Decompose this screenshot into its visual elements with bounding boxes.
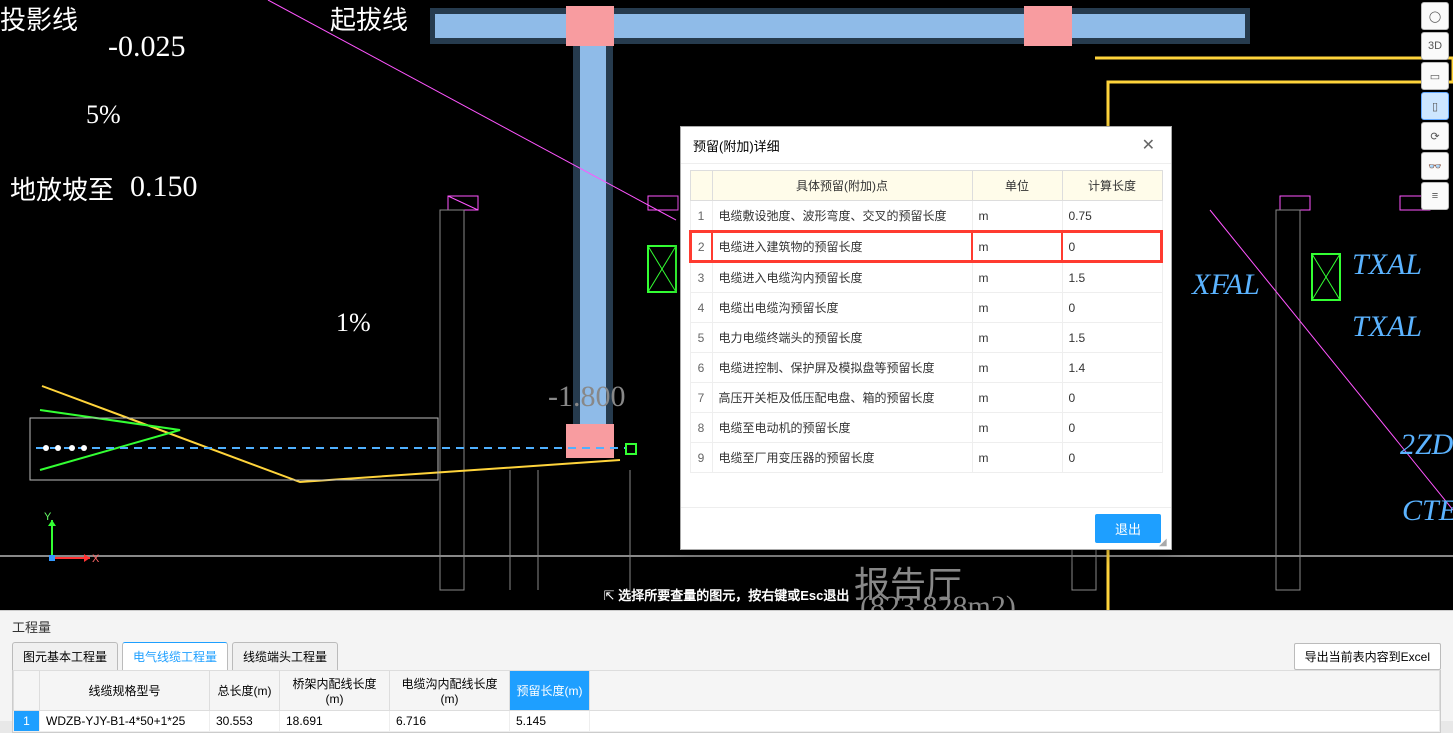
reserve-row[interactable]: 2电缆进入建筑物的预留长度m0 [690, 231, 1162, 262]
reserve-value: 1.4 [1062, 353, 1162, 383]
grid-header[interactable]: 电缆沟内配线长度(m) [390, 671, 510, 711]
reserve-name: 高压开关柜及低压配电盘、箱的预留长度 [712, 383, 972, 413]
reserve-name: 电缆至电动机的预留长度 [712, 413, 972, 443]
quantity-tab[interactable]: 图元基本工程量 [12, 642, 118, 670]
reserve-value: 1.5 [1062, 262, 1162, 293]
export-excel-button[interactable]: 导出当前表内容到Excel [1294, 643, 1441, 670]
glasses-icon[interactable]: 👓 [1421, 152, 1449, 180]
reserve-value: 0.75 [1062, 201, 1162, 232]
reserve-unit: m [972, 293, 1062, 323]
cad-label: 2ZD [1400, 428, 1453, 462]
reserve-unit: m [972, 443, 1062, 473]
reserve-unit: m [972, 262, 1062, 293]
cad-label: CTE [1402, 494, 1453, 528]
reserve-name: 电缆进入电缆沟内预留长度 [712, 262, 972, 293]
exit-button[interactable]: 退出 [1095, 514, 1161, 543]
axis-indicator: X Y [40, 510, 100, 570]
reserve-row[interactable]: 1电缆敷设弛度、波形弯度、交叉的预留长度m0.75 [690, 201, 1162, 232]
cad-label: 1% [336, 308, 371, 338]
panel-title: 工程量 [0, 611, 1453, 642]
reserve-value: 0 [1062, 443, 1162, 473]
reserve-row[interactable]: 4电缆出电缆沟预留长度m0 [690, 293, 1162, 323]
cube-top-icon[interactable]: ▭ [1421, 62, 1449, 90]
reserve-row[interactable]: 3电缆进入电缆沟内预留长度m1.5 [690, 262, 1162, 293]
cad-label: 0.150 [130, 170, 198, 204]
reserve-unit: m [972, 201, 1062, 232]
quantity-tab[interactable]: 电气线缆工程量 [122, 642, 228, 670]
reserve-row[interactable]: 7高压开关柜及低压配电盘、箱的预留长度m0 [690, 383, 1162, 413]
col-unit: 单位 [972, 171, 1062, 201]
cad-label: -1.800 [548, 380, 626, 414]
close-icon[interactable]: ✕ [1138, 135, 1159, 155]
reserve-name: 电缆出电缆沟预留长度 [712, 293, 972, 323]
reserve-name: 电缆进控制、保护屏及模拟盘等预留长度 [712, 353, 972, 383]
orbit-icon[interactable]: ◯ [1421, 2, 1449, 30]
grid-header[interactable]: 桥架内配线长度(m) [280, 671, 390, 711]
reserve-row[interactable]: 5电力电缆终端头的预留长度m1.5 [690, 323, 1162, 353]
cad-label: -0.025 [108, 30, 186, 64]
quantity-tabs: 图元基本工程量电气线缆工程量线缆端头工程量 导出当前表内容到Excel [0, 642, 1453, 670]
reserve-name: 电力电缆终端头的预留长度 [712, 323, 972, 353]
reserve-table: 具体预留(附加)点 单位 计算长度 1电缆敷设弛度、波形弯度、交叉的预留长度m0… [689, 170, 1163, 473]
reserve-row[interactable]: 9电缆至厂用变压器的预留长度m0 [690, 443, 1162, 473]
reserve-name: 电缆进入建筑物的预留长度 [712, 231, 972, 262]
reserve-value: 0 [1062, 383, 1162, 413]
svg-text:X: X [92, 553, 100, 565]
rotate-icon[interactable]: ⟳ [1421, 122, 1449, 150]
cad-label: 5% [86, 100, 121, 130]
grid-header[interactable]: 总长度(m) [210, 671, 280, 711]
reserve-value: 1.5 [1062, 323, 1162, 353]
reserve-value: 0 [1062, 413, 1162, 443]
reserve-value: 0 [1062, 293, 1162, 323]
cad-label: XFAL [1192, 268, 1260, 302]
col-value: 计算长度 [1062, 171, 1162, 201]
cad-label: (823.828m2) [860, 590, 1016, 610]
grid-row[interactable]: 1WDZB-YJY-B1-4*50+1*2530.55318.6916.7165… [14, 711, 1440, 732]
list-icon[interactable]: ≡ [1421, 182, 1449, 210]
reserve-row[interactable]: 6电缆进控制、保护屏及模拟盘等预留长度m1.4 [690, 353, 1162, 383]
3d-icon[interactable]: 3D [1421, 32, 1449, 60]
svg-text:Y: Y [44, 511, 52, 523]
cad-label: TXAL [1352, 310, 1422, 344]
status-hint: 选择所要查量的图元，按右键或Esc退出 [604, 585, 850, 604]
quantity-grid: 线缆规格型号总长度(m)桥架内配线长度(m)电缆沟内配线长度(m)预留长度(m)… [12, 670, 1441, 733]
quantity-panel: 工程量 图元基本工程量电气线缆工程量线缆端头工程量 导出当前表内容到Excel 线… [0, 610, 1453, 721]
quantity-tab[interactable]: 线缆端头工程量 [232, 642, 338, 670]
cad-label: 地放坡至 [10, 170, 114, 207]
grid-header[interactable]: 线缆规格型号 [40, 671, 210, 711]
cad-label: 起拔线 [330, 0, 408, 37]
cube-front-icon[interactable]: ▯ [1421, 92, 1449, 120]
reserve-unit: m [972, 323, 1062, 353]
reserve-name: 电缆至厂用变压器的预留长度 [712, 443, 972, 473]
col-point: 具体预留(附加)点 [712, 171, 972, 201]
resize-grip-icon[interactable]: ◢ [1159, 537, 1169, 547]
reserve-unit: m [972, 231, 1062, 262]
reserve-row[interactable]: 8电缆至电动机的预留长度m0 [690, 413, 1162, 443]
reserve-unit: m [972, 383, 1062, 413]
reserve-name: 电缆敷设弛度、波形弯度、交叉的预留长度 [712, 201, 972, 232]
cad-label: TXAL [1352, 248, 1422, 282]
reserve-detail-dialog: 预留(附加)详细 ✕ 具体预留(附加)点 单位 计算长度 1电缆敷设弛度、波形弯… [680, 126, 1172, 550]
view-toolbar: ◯3D▭▯⟳👓≡ [1421, 2, 1451, 210]
dialog-title: 预留(附加)详细 [693, 136, 780, 155]
reserve-unit: m [972, 413, 1062, 443]
grid-header[interactable]: 预留长度(m) [510, 671, 590, 711]
cad-label: 投影线 [0, 0, 78, 37]
reserve-value: 0 [1062, 231, 1162, 262]
reserve-unit: m [972, 353, 1062, 383]
